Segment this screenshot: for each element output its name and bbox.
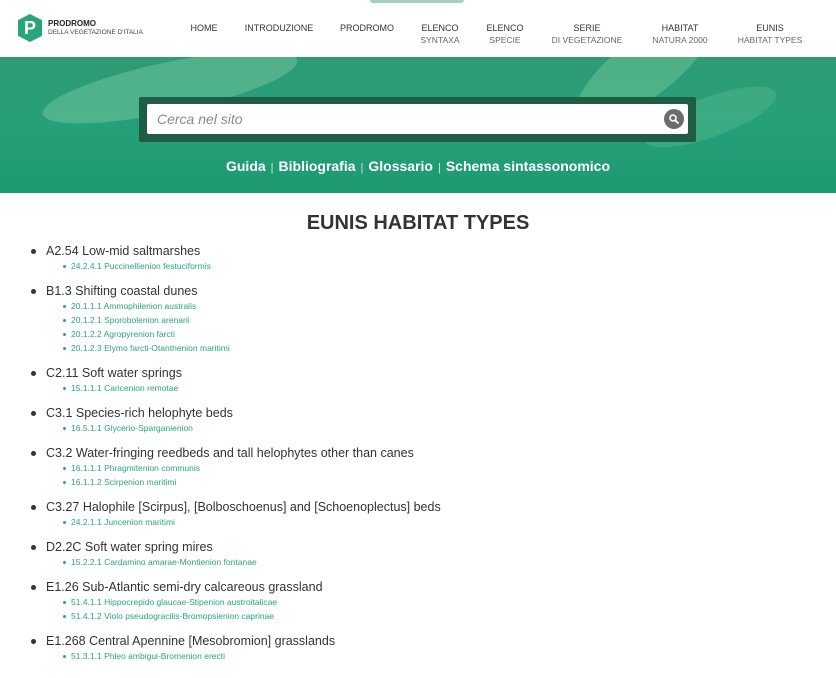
bullet [63, 304, 66, 308]
syntaxon-link[interactable]: 20.1.2.2 Agropyrenion farcti [71, 329, 175, 339]
link-separator: | [437, 162, 441, 174]
bullet [31, 288, 36, 294]
syntaxon-link[interactable]: 16.1.1.2 Scirpenion maritimi [71, 477, 176, 487]
bullet [63, 520, 66, 524]
habitat-list: A2.54 Low-mid saltmarshes 24.2.4.1 Pucci… [31, 243, 811, 673]
syntaxon-link[interactable]: 20.1.1.1 Ammophilenion australis [71, 301, 196, 311]
nav-introduzione[interactable]: INTRODUZIONE [244, 22, 314, 34]
bullet [63, 346, 66, 350]
list-item: C3.1 Species-rich helophyte beds 16.5.1.… [31, 405, 811, 435]
habitat-label: C3.1 Species-rich helophyte beds [46, 406, 233, 420]
habitat-label: A2.54 Low-mid saltmarshes [46, 244, 201, 258]
nav-serie-line2: DI VEGETAZIONE [551, 35, 623, 45]
top-accent-tab [370, 0, 464, 3]
link-bibliografia[interactable]: Bibliografia [279, 158, 356, 174]
list-item: C2.11 Soft water springs 15.1.1.1 Carice… [31, 365, 811, 395]
nav-elenco-specie[interactable]: ELENCO SPECIE [484, 22, 526, 46]
list-item: C3.2 Water-fringing reedbeds and tall he… [31, 445, 811, 489]
main-nav: HOME INTRODUZIONE PRODROMO ELENCO SYNTAX… [0, 22, 836, 52]
bullet [63, 332, 66, 336]
list-item: C3.27 Halophile [Scirpus], [Bolboschoenu… [31, 499, 811, 529]
habitat-label: E1.26 Sub-Atlantic semi-dry calcareous g… [46, 580, 323, 594]
nav-prodromo-label: PRODROMO [340, 23, 394, 33]
list-item: D2.2C Soft water spring mires 15.2.2.1 C… [31, 539, 811, 569]
nav-elenco-syntaxa-line2: SYNTAXA [420, 35, 460, 45]
syntaxon-link[interactable]: 24.2.1.1 Juncenion maritimi [71, 517, 175, 527]
nav-eunis-habitat-types[interactable]: EUNIS HABITAT TYPES [735, 22, 805, 46]
bullet [63, 600, 66, 604]
syntaxon-link[interactable]: 51.3.1.1 Phleo ambigui-Bromenion erecti [71, 651, 225, 661]
bullet [31, 410, 36, 416]
list-item: B1.3 Shifting coastal dunes 20.1.1.1 Amm… [31, 283, 811, 355]
habitat-label: C3.2 Water-fringing reedbeds and tall he… [46, 446, 414, 460]
syntaxon-link[interactable]: 24.2.4.1 Puccinellienion festuciformis [71, 261, 211, 271]
syntaxon-link[interactable]: 15.1.1.1 Caricenion remotae [71, 383, 178, 393]
nav-habitat-natura-2000[interactable]: HABITAT NATURA 2000 [648, 22, 712, 46]
list-item: E1.268 Central Apennine [Mesobromion] gr… [31, 633, 811, 663]
syntaxon-link[interactable]: 20.1.2.3 Elymo farcti-Otanthenion mariti… [71, 343, 230, 353]
nav-eunis-line2: HABITAT TYPES [737, 35, 803, 45]
syntaxon-link[interactable]: 51.4.1.2 Violo pseudogracilis-Bromopsien… [71, 611, 274, 621]
bullet [31, 504, 36, 510]
nav-serie-line1: SERIE [573, 23, 601, 33]
bullet [31, 248, 36, 254]
search-button[interactable] [664, 109, 684, 129]
bullet [63, 654, 66, 658]
nav-elenco-specie-line2: SPECIE [489, 35, 521, 45]
list-item: E1.26 Sub-Atlantic semi-dry calcareous g… [31, 579, 811, 623]
nav-home[interactable]: HOME [189, 22, 219, 34]
bullet [31, 584, 36, 590]
search-icon [669, 114, 679, 124]
bullet [63, 264, 66, 268]
nav-habitat-line2: NATURA 2000 [652, 35, 708, 45]
habitat-label: D2.2C Soft water spring mires [46, 540, 213, 554]
search-box [139, 97, 696, 142]
search-input[interactable] [147, 104, 688, 134]
syntaxon-link[interactable]: 51.4.1.1 Hippocrepido glaucae-Stipenion … [71, 597, 277, 607]
bullet [63, 560, 66, 564]
link-separator: | [270, 162, 274, 174]
nav-home-label: HOME [190, 23, 218, 33]
habitat-label: C2.11 Soft water springs [46, 366, 182, 380]
nav-introduzione-label: INTRODUZIONE [244, 23, 314, 33]
nav-elenco-syntaxa[interactable]: ELENCO SYNTAXA [417, 22, 463, 46]
link-guida[interactable]: Guida [226, 158, 266, 174]
nav-serie-vegetazione[interactable]: SERIE DI VEGETAZIONE [550, 22, 624, 46]
bullet [63, 426, 66, 430]
quick-links: Guida | Bibliografia | Glossario | Schema sint… [0, 158, 836, 174]
link-separator: | [360, 162, 364, 174]
bullet [31, 450, 36, 456]
syntaxon-link[interactable]: 16.1.1.1 Phragmitenion communis [71, 463, 200, 473]
bullet [31, 638, 36, 644]
nav-prodromo[interactable]: PRODROMO [339, 22, 395, 34]
bullet [31, 544, 36, 550]
page-title: EUNIS HABITAT TYPES [306, 212, 530, 234]
bullet [63, 386, 66, 390]
nav-eunis-line1: EUNIS [756, 23, 784, 33]
syntaxon-link[interactable]: 16.5.1.1 Glycerio-Sparganienion [71, 423, 193, 433]
list-item: A2.54 Low-mid saltmarshes 24.2.4.1 Pucci… [31, 243, 811, 273]
bullet [63, 466, 66, 470]
nav-habitat-line1: HABITAT [661, 23, 699, 33]
habitat-label: E1.268 Central Apennine [Mesobromion] gr… [46, 634, 336, 648]
nav-elenco-syntaxa-line1: ELENCO [421, 23, 459, 33]
bullet [63, 480, 66, 484]
bullet [31, 370, 36, 376]
bullet [63, 318, 66, 322]
top-navigation-bar: P PRODROMO DELLA VEGETAZIONE D'ITALIA HO… [0, 0, 836, 58]
habitat-label: B1.3 Shifting coastal dunes [46, 284, 198, 298]
syntaxon-link[interactable]: 20.1.2.1 Sporobolenion arenarii [71, 315, 190, 325]
link-schema-sintassonomico[interactable]: Schema sintassonomico [446, 158, 610, 174]
habitat-label: C3.27 Halophile [Scirpus], [Bolboschoenu… [46, 500, 441, 514]
hero-banner: Guida | Bibliografia | Glossario | Schema sint… [0, 57, 836, 193]
link-glossario[interactable]: Glossario [368, 158, 433, 174]
bullet [63, 614, 66, 618]
syntaxon-link[interactable]: 15.2.2.1 Cardamino amarae-Montienion fon… [71, 557, 257, 567]
nav-elenco-specie-line1: ELENCO [486, 23, 524, 33]
